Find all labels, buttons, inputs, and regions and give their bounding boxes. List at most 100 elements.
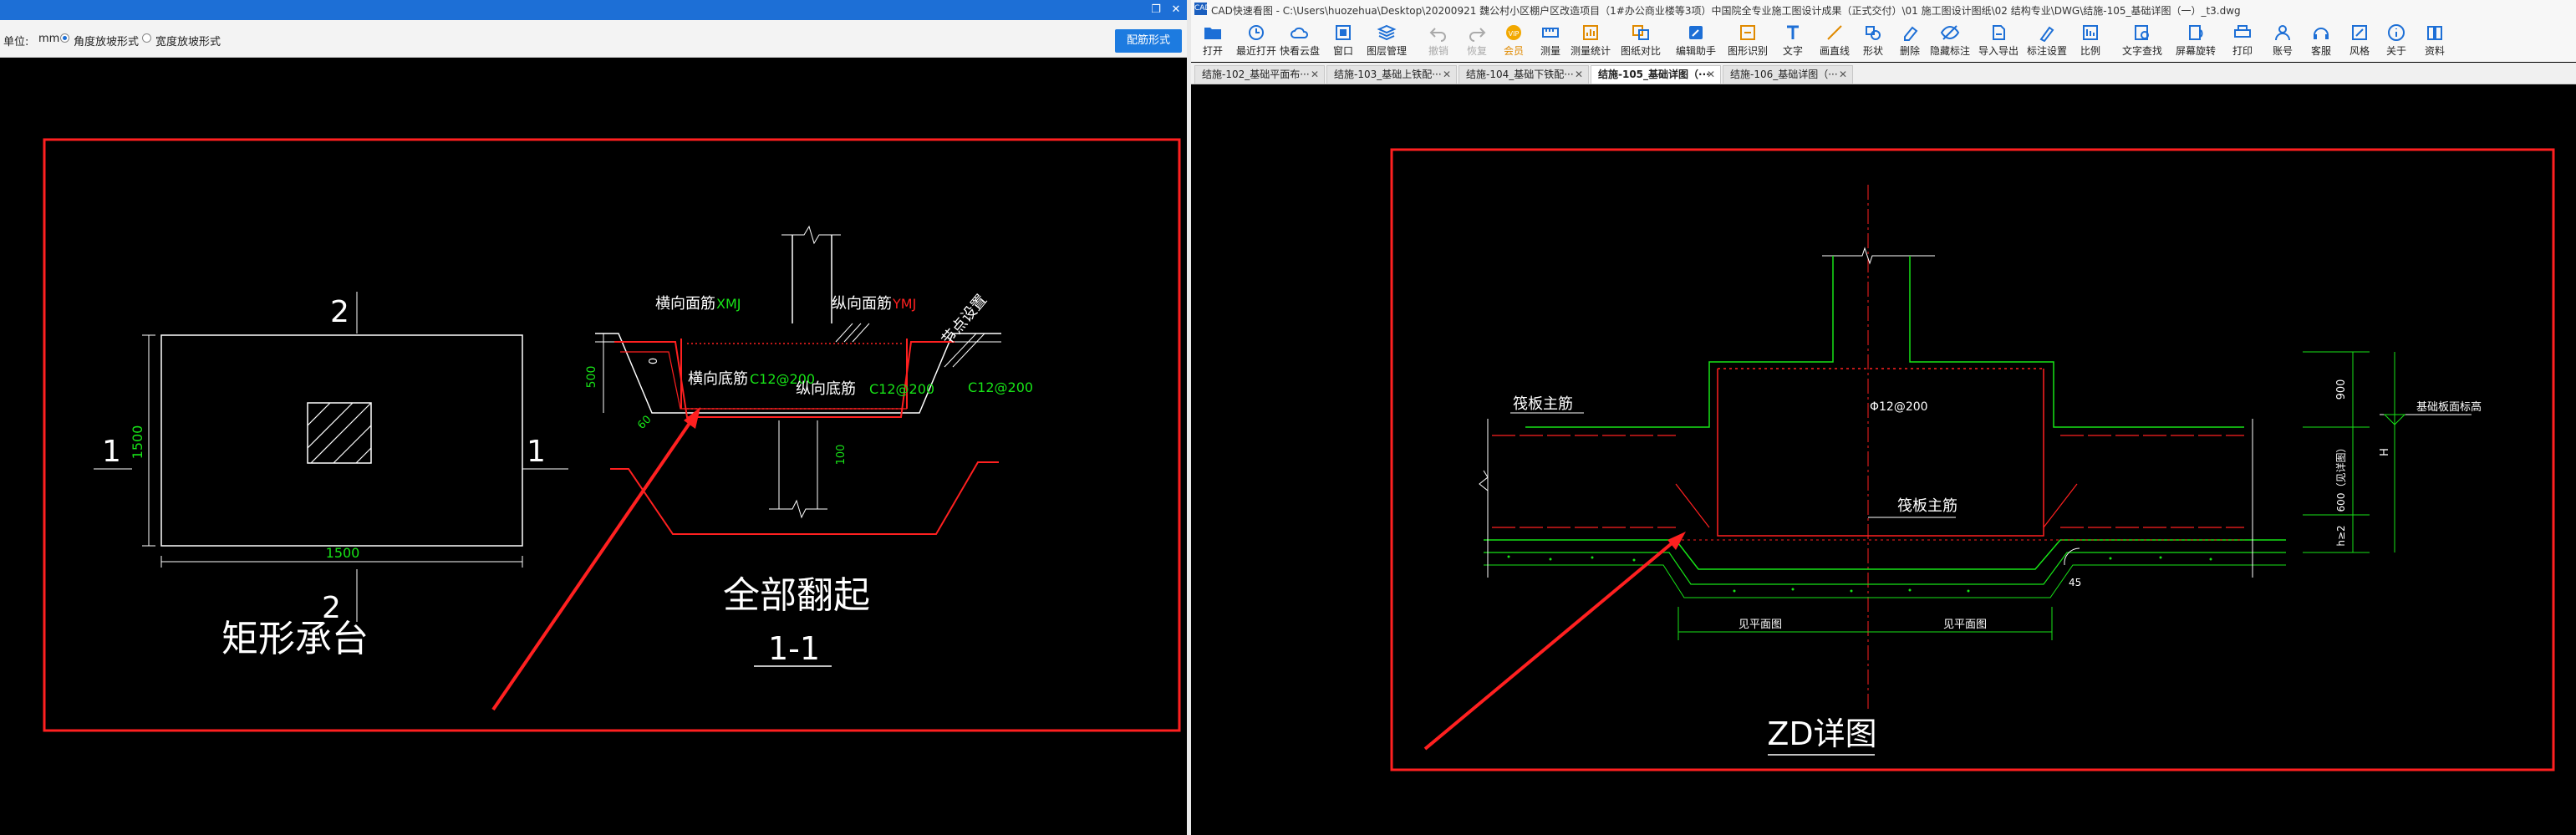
drawing-frame <box>43 138 1181 732</box>
about-button[interactable]: 关于 <box>2375 22 2418 62</box>
text-search-button[interactable]: 文字查找 <box>2120 22 2164 62</box>
text-search-icon <box>2135 25 2149 40</box>
section-name: 1-1 <box>768 630 820 667</box>
window-button[interactable]: 窗口 <box>1321 22 1365 62</box>
label-see-plan-2: 见平面图 <box>1943 619 1987 631</box>
scale-button[interactable]: 比例 <box>2069 22 2112 62</box>
hide-annotation-button[interactable]: 隐藏标注 <box>1928 22 1972 62</box>
tab-structure-105[interactable]: 结施-105_基础详图（··· ✕ <box>1591 65 1721 84</box>
label-v-top-code: YMJ <box>892 296 916 312</box>
text-icon <box>1787 25 1799 39</box>
customer-service-button[interactable]: 客服 <box>2299 22 2343 62</box>
label-phi-rebar: Φ12@200 <box>1870 400 1928 414</box>
restore-icon[interactable]: ❐ <box>1147 2 1165 18</box>
tab-structure-106[interactable]: 结施-106_基础详图（··· ✕ <box>1723 65 1853 84</box>
zd-detail: 筏板主筋 Φ12@200 筏板主筋 见平面图 见平面图 900 600（见详图）… <box>1479 185 2482 756</box>
cad-viewer-window: CAD CAD快速看图 - C:\Users\huozehua\Desktop\… <box>1191 0 2576 835</box>
label-anchor-setting: 节点设置 <box>939 292 990 349</box>
compare-drawings-button[interactable]: 图纸对比 <box>1619 22 1662 62</box>
rotate-icon <box>2189 25 2203 40</box>
cloud-disk-button[interactable]: 快看云盘 <box>1278 22 1321 62</box>
tab-close-icon[interactable]: ✕ <box>1575 66 1583 83</box>
draw-line-button[interactable]: 画直线 <box>1813 22 1856 62</box>
label-right-value: C12@200 <box>968 379 1033 395</box>
annotation-arrow <box>1423 532 1686 751</box>
scale-icon <box>2083 25 2098 40</box>
import-export-button[interactable]: 导入导出 <box>1977 22 2020 62</box>
document-tabbar: 结施-102_基础平面布··· ✕ 结施-103_基础上铁配··· ✕ 结施-104… <box>1191 63 2576 84</box>
cad-drawing-canvas[interactable]: 筏板主筋 Φ12@200 筏板主筋 见平面图 见平面图 900 600（见详图）… <box>1191 84 2576 835</box>
resources-button[interactable]: 资料 <box>2413 22 2456 62</box>
tab-close-icon[interactable]: ✕ <box>1443 66 1451 83</box>
account-button[interactable]: 账号 <box>2261 22 2304 62</box>
label-raft-mid: 筏板主筋 <box>1897 497 1957 515</box>
tab-close-icon[interactable]: ✕ <box>1311 66 1319 83</box>
dim-cover: 0 <box>648 358 660 364</box>
unit-label: 单位: <box>3 36 29 48</box>
annotation-settings-icon <box>2039 26 2054 42</box>
pile-cap-drawing-canvas[interactable]: 1500 1500 2 2 1 1 矩形承台 500 0 60 100 横向面筋… <box>0 58 1187 835</box>
printer-icon <box>2234 25 2251 38</box>
radio-width-slope[interactable] <box>142 33 151 43</box>
dim-100: 100 <box>835 445 848 466</box>
scan-icon <box>1740 25 1755 40</box>
dialog-titlebar: ❐ ✕ <box>0 0 1187 20</box>
dim-height: 500 <box>585 366 598 389</box>
radio-angle-slope[interactable] <box>60 33 69 43</box>
option-width-slope-label[interactable]: 宽度放坡形式 <box>155 33 221 48</box>
line-icon <box>1827 25 1842 40</box>
dim-text-side: 1500 <box>130 425 145 460</box>
tab-structure-103[interactable]: 结施-103_基础上铁配··· ✕ <box>1326 65 1457 84</box>
dim-angle: 60 <box>635 414 654 432</box>
measure-button[interactable]: 测量 <box>1529 22 1572 62</box>
tab-structure-102[interactable]: 结施-102_基础平面布··· ✕ <box>1194 65 1325 84</box>
open-button[interactable]: 打开 <box>1191 22 1235 62</box>
reinforcement-form-button[interactable]: 配筋形式 <box>1115 29 1182 53</box>
label-dim-h2: h≥2 <box>2335 525 2347 546</box>
layer-manager-button[interactable]: 图层管理 <box>1365 22 1408 62</box>
edit-assistant-button[interactable]: 编辑助手 <box>1674 22 1718 62</box>
annotation-settings-button[interactable]: 标注设置 <box>2025 22 2069 62</box>
rotate-screen-button[interactable]: 屏幕旋转 <box>2174 22 2217 62</box>
label-h-top-code: XMJ <box>716 296 741 312</box>
drawing-frame <box>1390 148 2555 771</box>
tab-close-icon[interactable]: ✕ <box>1707 66 1715 83</box>
plan-title: 矩形承台 <box>221 618 369 660</box>
tab-structure-104[interactable]: 结施-104_基础下铁配··· ✕ <box>1459 65 1589 84</box>
label-slope-45: 45 <box>2069 577 2081 588</box>
label-h-bottom-bar: 横向底筋 <box>688 370 748 388</box>
redo-icon <box>1469 28 1486 42</box>
eye-off-icon <box>1940 25 1960 40</box>
app-logo-icon: CAD <box>1194 3 1210 15</box>
window-icon <box>1336 25 1351 40</box>
clock-icon <box>1249 25 1264 40</box>
recent-open-button[interactable]: 最近打开 <box>1235 22 1278 62</box>
close-icon[interactable]: ✕ <box>1167 2 1185 18</box>
headset-icon <box>2314 28 2329 39</box>
undo-button[interactable]: 撤销 <box>1417 22 1460 62</box>
section-title: 全部翻起 <box>723 574 870 617</box>
section-mark-top: 2 <box>330 295 349 329</box>
annotation-arrow <box>491 407 700 711</box>
shape-icon <box>1866 26 1881 40</box>
tab-close-icon[interactable]: ✕ <box>1839 66 1847 83</box>
label-dim-900: 900 <box>2335 379 2348 400</box>
text-button[interactable]: 文字 <box>1771 22 1815 62</box>
label-v-bottom-bar: 纵向底筋 <box>796 380 856 398</box>
app-title: CAD快速看图 - C:\Users\huozehua\Desktop\2020… <box>1211 5 2241 17</box>
vip-icon: VIP <box>1506 25 1521 40</box>
ruler-icon <box>1542 28 1559 38</box>
info-icon <box>2388 24 2405 41</box>
edit-icon <box>1689 26 1703 39</box>
measure-stats-button[interactable]: 测量统计 <box>1569 22 1612 62</box>
style-icon <box>2352 25 2367 40</box>
print-button[interactable]: 打印 <box>2221 22 2264 62</box>
section-mark-left: 1 <box>102 435 121 469</box>
delete-button[interactable]: 删除 <box>1888 22 1932 62</box>
dialog-toolbar: 单位: mm 角度放坡形式 宽度放坡形式 <box>0 20 1187 58</box>
option-angle-slope-label[interactable]: 角度放坡形式 <box>74 33 139 48</box>
shape-recognition-button[interactable]: 图形识别 <box>1726 22 1769 62</box>
label-base-elevation: 基础板面标高 <box>2416 400 2482 414</box>
column-hatch <box>307 402 372 464</box>
left-preview-dialog: ❐ ✕ 单位: mm 角度放坡形式 宽度放坡形式 配筋形式 1500 1500 … <box>0 0 1187 835</box>
